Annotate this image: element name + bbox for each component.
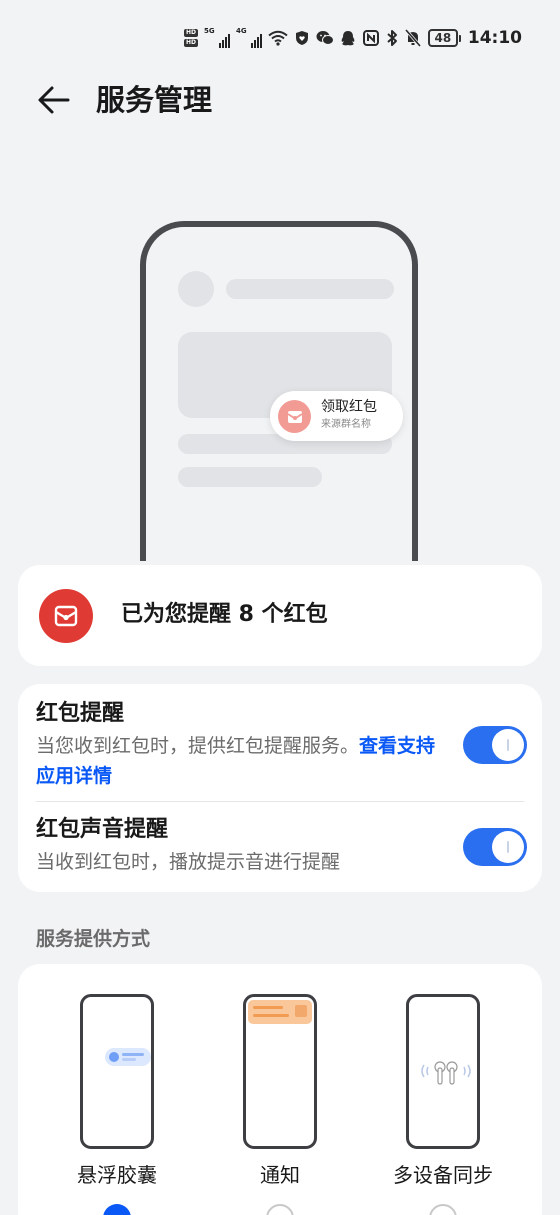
status-bar-left: HD HD 5G 4G [184,26,356,50]
capsule-subtitle: 来源群名称 [321,419,371,430]
signal-sim1-icon: 5G [204,27,231,48]
service-management-page: HD HD 5G 4G 48 14:10 服务管理 领取红包 来源群名称 已为您… [0,0,560,1215]
method-radio[interactable] [266,1204,294,1215]
skeleton-avatar [178,271,214,307]
status-bar: HD HD 5G 4G 48 14:10 [0,0,560,76]
capsule-title: 领取红包 [321,399,377,415]
shield-heart-icon [294,30,310,46]
method-notification[interactable]: 通知 [199,964,359,1215]
back-arrow-icon [38,86,70,114]
page-title: 服务管理 [96,83,213,117]
toggle-knob [492,831,524,863]
battery-level: 48 [427,29,458,47]
hd-badges: HD HD [184,29,199,47]
floating-pill-graphic [105,1048,151,1066]
network-type-sim2: 4G [236,27,247,35]
red-packet-icon [278,400,311,433]
earbuds-icon [416,1055,476,1091]
phone-illustration: 领取红包 来源群名称 [140,221,418,561]
signal-sim2-icon: 4G [236,27,263,48]
service-method-section-title: 服务提供方式 [36,928,151,950]
bluetooth-icon [386,29,398,47]
method-label: 多设备同步 [393,1163,493,1187]
qq-icon [340,30,356,47]
method-label: 悬浮胶囊 [77,1163,157,1187]
floating-capsule-preview [80,994,154,1149]
skeleton-line [178,467,322,487]
multi-device-preview [406,994,480,1149]
setting-red-packet-reminder: 红包提醒 当您收到红包时，提供红包提醒服务。查看支持应用详情 [18,684,542,802]
nfc-icon [362,30,379,46]
reminder-settings-card: 红包提醒 当您收到红包时，提供红包提醒服务。查看支持应用详情 红包声音提醒 当收… [18,684,542,892]
red-packet-sound-toggle[interactable] [463,828,527,866]
red-packet-icon [39,589,93,643]
notification-preview [243,994,317,1149]
method-radio-selected[interactable] [103,1204,131,1215]
phone-frame: 领取红包 来源群名称 [140,221,418,561]
battery-indicator: 48 [427,29,461,47]
method-radio[interactable] [429,1204,457,1215]
hd-badge-top: HD [184,29,199,37]
network-type-sim1: 5G [204,27,215,35]
title-bar: 服务管理 [0,70,560,130]
setting-description-text: 当您收到红包时，提供红包提醒服务。 [36,735,360,757]
setting-red-packet-sound: 红包声音提醒 当收到红包时，播放提示音进行提醒 [18,802,542,892]
setting-title: 红包提醒 [36,701,125,726]
skeleton-line [226,279,394,299]
red-packet-capsule-preview: 领取红包 来源群名称 [270,391,403,441]
method-label: 通知 [260,1163,300,1187]
setting-description: 当您收到红包时，提供红包提醒服务。查看支持应用详情 [36,731,446,791]
wifi-icon [268,30,288,46]
status-time: 14:10 [467,28,522,48]
method-multi-device-sync[interactable]: 多设备同步 [362,964,522,1215]
back-button[interactable] [30,80,78,120]
hd-badge-bottom: HD [184,39,199,47]
reminder-count-text: 已为您提醒 8 个红包 [121,602,328,627]
red-packet-reminder-toggle[interactable] [463,726,527,764]
toggle-knob [492,729,524,761]
method-floating-capsule[interactable]: 悬浮胶囊 [36,964,196,1215]
reminder-summary-card: 已为您提醒 8 个红包 [18,565,542,666]
service-method-card: 悬浮胶囊 通知 多设备同步 [18,964,542,1215]
setting-description: 当收到红包时，播放提示音进行提醒 [36,851,341,873]
mute-bell-icon [404,29,421,47]
notification-banner-graphic [248,1000,312,1024]
setting-title: 红包声音提醒 [36,817,169,842]
status-bar-right: 48 14:10 [362,26,522,50]
wechat-icon [316,30,335,46]
